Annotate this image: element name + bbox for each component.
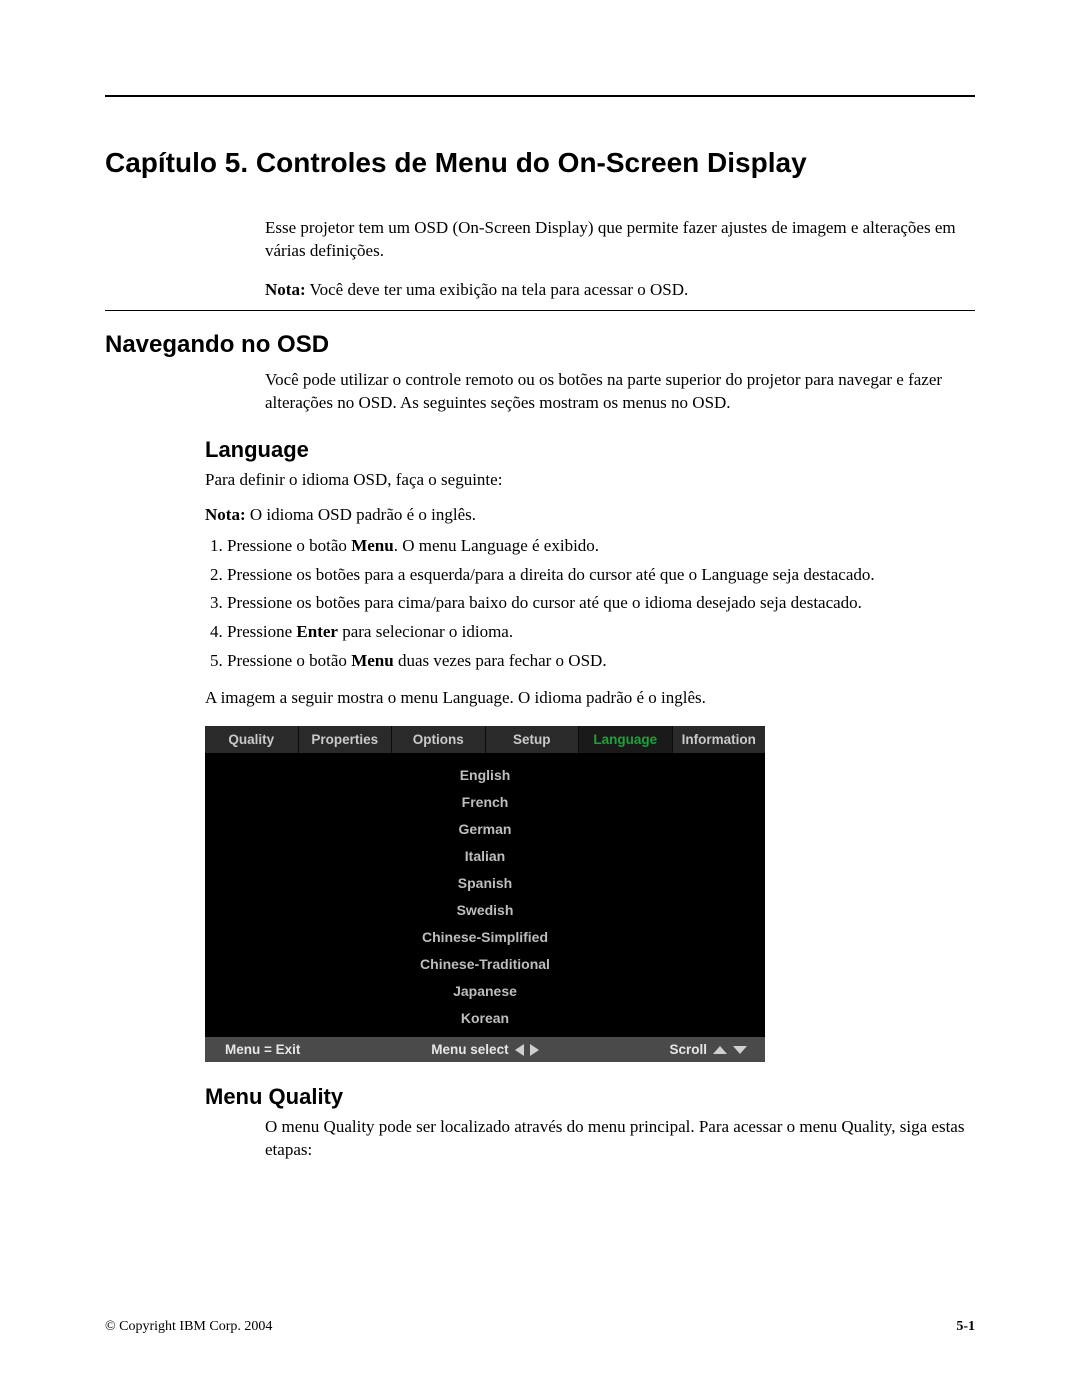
osd-footer-select: Menu select [312, 1037, 657, 1062]
step-1: Pressione o botão Menu. O menu Language … [227, 535, 975, 558]
page: Capítulo 5. Controles de Menu do On-Scre… [0, 0, 1080, 1397]
step-3: Pressione os botões para cima/para baixo… [227, 592, 975, 615]
osd-item-french[interactable]: French [205, 788, 765, 815]
language-steps: Pressione o botão Menu. O menu Language … [205, 535, 975, 674]
subsection-language: Language [205, 437, 975, 463]
chapter-title: Capítulo 5. Controles de Menu do On-Scre… [105, 147, 975, 179]
note-1-label: Nota: [265, 280, 306, 299]
arrow-down-icon [733, 1046, 747, 1054]
language-intro: Para definir o idioma OSD, faça o seguin… [205, 469, 975, 492]
arrow-right-icon [530, 1044, 539, 1056]
osd-item-english[interactable]: English [205, 761, 765, 788]
osd-tab-language[interactable]: Language [579, 726, 673, 753]
step-4: Pressione Enter para selecionar o idioma… [227, 621, 975, 644]
osd-tab-quality[interactable]: Quality [205, 726, 299, 753]
osd-footer-scroll-label: Scroll [669, 1042, 707, 1057]
subsection-menu-quality: Menu Quality [205, 1084, 975, 1110]
osd-item-german[interactable]: German [205, 815, 765, 842]
osd-figure: Quality Properties Options Setup Languag… [205, 726, 765, 1062]
figure-caption: A imagem a seguir mostra o menu Language… [205, 687, 975, 710]
osd-body: English French German Italian Spanish Sw… [205, 753, 765, 1037]
osd-item-swedish[interactable]: Swedish [205, 896, 765, 923]
osd-footer: Menu = Exit Menu select Scroll [205, 1037, 765, 1062]
section-rule-1 [105, 310, 975, 311]
osd-tabs: Quality Properties Options Setup Languag… [205, 726, 765, 753]
page-number: 5-1 [956, 1319, 975, 1335]
arrow-up-icon [713, 1046, 727, 1054]
note-2: Nota: O idioma OSD padrão é o inglês. [205, 504, 975, 527]
step-5: Pressione o botão Menu duas vezes para f… [227, 650, 975, 673]
osd-tab-properties[interactable]: Properties [299, 726, 393, 753]
note-1: Nota: Você deve ter uma exibição na tela… [265, 279, 975, 302]
note-2-label: Nota: [205, 505, 246, 524]
note-1-text: Você deve ter uma exibição na tela para … [306, 280, 689, 299]
osd-item-italian[interactable]: Italian [205, 842, 765, 869]
osd-item-korean[interactable]: Korean [205, 1004, 765, 1031]
section-navegando: Navegando no OSD [105, 331, 975, 359]
osd-tab-setup[interactable]: Setup [486, 726, 580, 753]
osd-item-chinese-simplified[interactable]: Chinese-Simplified [205, 923, 765, 950]
osd-tab-options[interactable]: Options [392, 726, 486, 753]
intro-paragraph: Esse projetor tem um OSD (On-Screen Disp… [265, 217, 975, 263]
copyright: © Copyright IBM Corp. 2004 [105, 1319, 272, 1335]
page-footer: © Copyright IBM Corp. 2004 5-1 [105, 1319, 975, 1335]
section1-body: Você pode utilizar o controle remoto ou … [265, 369, 975, 415]
arrow-left-icon [515, 1044, 524, 1056]
note-2-text: O idioma OSD padrão é o inglês. [246, 505, 476, 524]
osd-footer-exit: Menu = Exit [205, 1037, 312, 1062]
osd-footer-scroll: Scroll [657, 1037, 765, 1062]
osd-item-chinese-traditional[interactable]: Chinese-Traditional [205, 950, 765, 977]
osd-item-japanese[interactable]: Japanese [205, 977, 765, 1004]
menu-quality-body: O menu Quality pode ser localizado atrav… [265, 1116, 975, 1162]
osd-tab-information[interactable]: Information [673, 726, 766, 753]
osd-footer-select-label: Menu select [431, 1042, 508, 1057]
step-2: Pressione os botões para a esquerda/para… [227, 564, 975, 587]
osd-footer-exit-label: Menu = Exit [225, 1042, 300, 1057]
top-rule [105, 95, 975, 97]
osd-item-spanish[interactable]: Spanish [205, 869, 765, 896]
